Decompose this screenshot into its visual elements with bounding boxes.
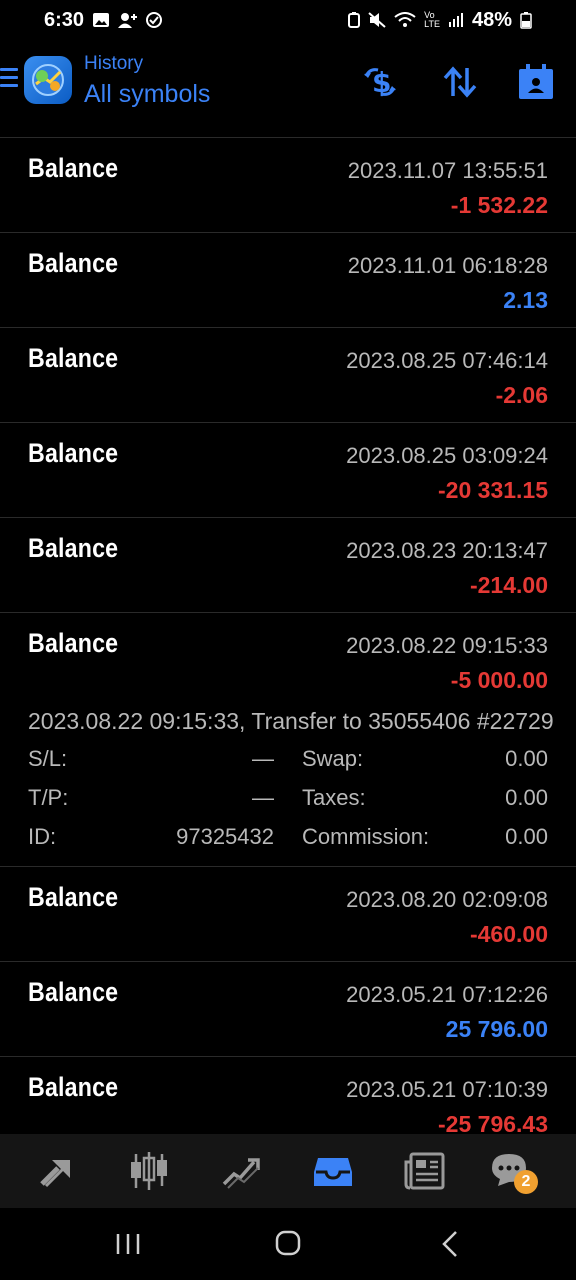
- history-row[interactable]: Balance 2023.08.20 02:09:08 -460.00: [0, 867, 576, 962]
- chart-icon[interactable]: [126, 1148, 172, 1194]
- back-icon[interactable]: [430, 1226, 470, 1262]
- sl-label: S/L:: [28, 746, 68, 771]
- wifi-icon: [394, 12, 416, 27]
- deal-amount: 2.13: [503, 287, 548, 313]
- deal-time: 2023.11.07 13:55:51: [347, 158, 548, 183]
- screen-subtitle: History: [84, 53, 144, 74]
- swap-value: 0.00: [505, 746, 548, 771]
- sl-value: —: [252, 746, 274, 771]
- deal-time: 2023.08.25 07:46:14: [346, 348, 548, 373]
- trade-icon[interactable]: [218, 1148, 264, 1194]
- history-row[interactable]: Balance 2023.08.25 07:46:14 -2.06: [0, 328, 576, 423]
- deal-type: Balance: [28, 533, 119, 563]
- recents-icon[interactable]: [108, 1226, 148, 1262]
- deal-time: 2023.05.21 07:12:26: [346, 982, 548, 1007]
- tp-value: —: [252, 785, 274, 810]
- tp-label: T/P:: [28, 785, 69, 810]
- commission-value: 0.00: [505, 824, 548, 849]
- deal-type: Balance: [28, 628, 119, 658]
- mute-icon: [368, 12, 386, 28]
- volte-icon: Vo LTE: [424, 10, 440, 29]
- history-icon[interactable]: [310, 1148, 356, 1194]
- deal-type: Balance: [28, 438, 119, 468]
- battery-icon: [520, 12, 532, 29]
- taxes-label: Taxes:: [302, 785, 366, 810]
- currency-exchange-icon[interactable]: $: [360, 62, 400, 102]
- status-bar: 6:30 Vo LTE 48%: [0, 0, 576, 40]
- quotes-icon[interactable]: [34, 1148, 80, 1194]
- home-icon[interactable]: [268, 1226, 308, 1262]
- deal-type: Balance: [28, 977, 119, 1007]
- history-list[interactable]: Balance 2023.11.07 13:55:51 -1 532.22 Balan…: [0, 138, 576, 1134]
- deal-type: Balance: [28, 153, 119, 183]
- bottom-navigation: 2: [0, 1134, 576, 1208]
- deal-comment: 2023.08.22 09:15:33, Transfer to 3505540…: [28, 708, 554, 734]
- battery-saver-icon: [348, 12, 361, 28]
- history-row[interactable]: Balance 2023.11.07 13:55:51 -1 532.22: [0, 138, 576, 233]
- chat-badge: 2: [514, 1170, 538, 1194]
- status-time: 6:30: [44, 8, 85, 31]
- deal-amount: -1 532.22: [450, 192, 548, 218]
- deal-type: Balance: [28, 248, 119, 278]
- history-row[interactable]: Balance 2023.08.22 09:15:33 -5 000.00 2023.…: [0, 613, 576, 867]
- check-circle-icon: [146, 12, 163, 28]
- deal-time: 2023.08.22 09:15:33: [346, 633, 548, 658]
- deal-time: 2023.08.20 02:09:08: [346, 887, 548, 912]
- history-row[interactable]: Balance 2023.05.21 07:10:39 -25 796.43: [0, 1057, 576, 1134]
- news-icon[interactable]: [402, 1148, 448, 1194]
- battery-percent: 48%: [471, 8, 512, 31]
- chat-button[interactable]: 2: [488, 1148, 538, 1194]
- symbols-filter-title[interactable]: All symbols: [84, 80, 210, 109]
- deal-type: Balance: [28, 882, 119, 912]
- deal-time: 2023.05.21 07:10:39: [346, 1077, 548, 1102]
- deal-time: 2023.11.01 06:18:28: [347, 253, 548, 278]
- history-row[interactable]: Balance 2023.05.21 07:12:26 25 796.00: [0, 962, 576, 1057]
- deal-type: Balance: [28, 343, 119, 373]
- menu-icon[interactable]: [0, 68, 18, 87]
- app-logo: [24, 56, 72, 104]
- signal-icon: [448, 13, 463, 27]
- sort-icon[interactable]: [440, 62, 480, 102]
- deal-amount: -25 796.43: [438, 1111, 548, 1134]
- history-row[interactable]: Balance 2023.11.01 06:18:28 2.13: [0, 233, 576, 328]
- deal-amount: -460.00: [469, 921, 548, 947]
- gallery-icon: [93, 13, 110, 27]
- deal-amount: -20 331.15: [438, 477, 548, 503]
- history-row[interactable]: Balance 2023.08.25 03:09:24 -20 331.15: [0, 423, 576, 518]
- deal-amount: -5 000.00: [450, 667, 548, 693]
- id-label: ID:: [28, 824, 57, 849]
- deal-amount: 25 796.00: [445, 1016, 548, 1042]
- deal-time: 2023.08.25 03:09:24: [346, 443, 548, 468]
- deal-amount: -2.06: [495, 382, 548, 408]
- deal-type: Balance: [28, 1072, 119, 1102]
- deal-time: 2023.08.23 20:13:47: [346, 538, 548, 563]
- add-person-icon: [118, 13, 138, 28]
- calendar-icon[interactable]: [516, 62, 556, 102]
- deal-amount: -214.00: [469, 572, 548, 598]
- system-navigation-bar: [0, 1208, 576, 1280]
- history-row[interactable]: Balance 2023.08.23 20:13:47 -214.00: [0, 518, 576, 613]
- commission-label: Commission:: [302, 824, 430, 849]
- swap-label: Swap:: [302, 746, 364, 771]
- taxes-value: 0.00: [505, 785, 548, 810]
- app-bar: History All symbols $: [0, 40, 576, 138]
- id-value: 97325432: [176, 824, 274, 849]
